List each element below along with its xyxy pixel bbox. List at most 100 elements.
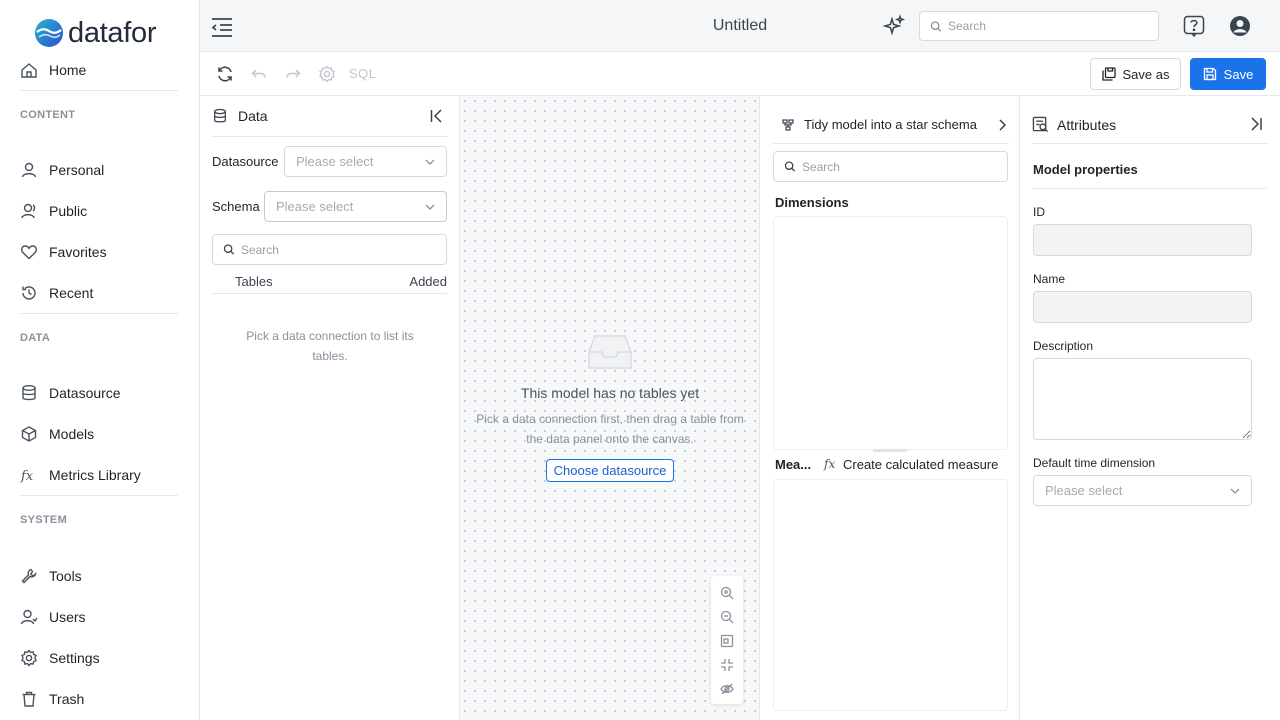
column-header-added: Added [409, 274, 447, 289]
sidebar-item-trash[interactable]: Trash [20, 687, 84, 711]
save-as-button[interactable]: Save as [1090, 58, 1181, 90]
undo-icon[interactable] [250, 65, 268, 83]
schema-select[interactable]: Please select [264, 191, 447, 222]
users-icon [20, 608, 38, 626]
measures-title: Mea... [775, 457, 812, 472]
search-icon [223, 244, 235, 255]
id-field[interactable] [1033, 224, 1252, 256]
section-divider [20, 495, 178, 496]
collapse-left-icon[interactable] [428, 107, 446, 125]
sidebar-item-label: Trash [49, 691, 85, 707]
sidebar-item-label: Personal [49, 162, 105, 178]
user-avatar-icon[interactable] [1229, 15, 1251, 37]
search-icon [784, 161, 796, 172]
table-search-input[interactable] [240, 242, 446, 257]
ai-sparkle-icon[interactable] [882, 14, 906, 38]
sidebar-item-label: Users [49, 609, 86, 625]
id-label: ID [1033, 205, 1045, 219]
wrench-icon [20, 567, 38, 585]
sidebar-item-settings[interactable]: Settings [20, 646, 100, 670]
settings-gear-icon[interactable] [318, 65, 336, 83]
canvas-zoom-controls [711, 576, 743, 704]
section-divider [1033, 188, 1267, 189]
database-icon [20, 384, 38, 402]
redo-icon[interactable] [284, 65, 302, 83]
global-search[interactable] [919, 11, 1159, 41]
sidebar-item-home[interactable]: Home [20, 58, 86, 82]
fx-icon: fx [20, 466, 38, 484]
tables-empty-message: Pick a data connection to list its table… [246, 329, 414, 363]
sidebar-item-metrics-library[interactable]: fx Metrics Library [20, 463, 141, 487]
star-schema-label: Tidy model into a star schema [804, 117, 977, 132]
people-icon [20, 202, 38, 220]
sql-button[interactable]: SQL [349, 66, 377, 81]
attributes-header: Attributes [1032, 106, 1268, 144]
section-label-content: CONTENT [20, 109, 76, 121]
data-panel-title: Data [238, 108, 268, 124]
sidebar-item-label: Public [49, 203, 88, 219]
model-canvas[interactable]: This model has no tables yet Pick a data… [460, 96, 760, 720]
default-time-dimension-label: Default time dimension [1033, 456, 1156, 470]
field-search-input[interactable] [801, 159, 1007, 174]
collapse-menu-icon[interactable] [210, 16, 234, 38]
collapse-view-icon[interactable] [720, 658, 734, 672]
sidebar-item-favorites[interactable]: Favorites [20, 240, 107, 264]
toolbar: SQL Save as Save [200, 52, 1280, 96]
create-calculated-measure-button[interactable]: Create calculated measure [843, 457, 998, 472]
sidebar-item-datasource[interactable]: Datasource [20, 381, 121, 405]
collapse-right-icon[interactable] [1248, 116, 1264, 132]
chevron-right-icon [999, 119, 1007, 131]
sidebar-item-models[interactable]: Models [20, 422, 94, 446]
zoom-out-icon[interactable] [720, 610, 734, 624]
table-search[interactable] [212, 234, 447, 265]
datasource-select[interactable]: Please select [284, 146, 447, 177]
dimensions-title: Dimensions [775, 195, 849, 210]
model-properties-title: Model properties [1033, 162, 1138, 177]
datasource-placeholder: Please select [296, 154, 374, 169]
sidebar-item-users[interactable]: Users [20, 605, 86, 629]
star-schema-button[interactable]: Tidy model into a star schema [773, 106, 1009, 144]
resize-handle[interactable] [873, 449, 907, 452]
fit-view-icon[interactable] [720, 634, 734, 648]
default-time-dimension-select[interactable]: Please select [1033, 475, 1252, 506]
empty-state-description: Pick a data connection first, then drag … [476, 412, 744, 446]
top-bar: Untitled [200, 0, 1280, 52]
tables-header: Tables Added [212, 272, 447, 294]
description-field[interactable] [1033, 358, 1252, 440]
save-as-icon [1101, 67, 1116, 81]
database-icon [214, 108, 226, 123]
sidebar-item-label: Recent [49, 285, 94, 301]
cube-icon [20, 425, 38, 443]
measures-list[interactable] [773, 479, 1008, 711]
sidebar-item-personal[interactable]: Personal [20, 158, 104, 182]
sidebar-item-label: Favorites [49, 244, 107, 260]
name-label: Name [1033, 272, 1066, 286]
sidebar-item-public[interactable]: Public [20, 199, 87, 223]
save-icon [1203, 67, 1216, 81]
hide-icon[interactable] [720, 682, 734, 696]
field-search[interactable] [773, 151, 1008, 182]
description-label: Description [1033, 339, 1094, 353]
refresh-icon[interactable] [216, 65, 234, 83]
sidebar-item-tools[interactable]: Tools [20, 564, 82, 588]
logo-icon [35, 19, 63, 47]
empty-inbox-icon [587, 332, 633, 372]
help-icon[interactable] [1183, 15, 1205, 37]
chevron-down-icon [425, 159, 435, 165]
name-field[interactable] [1033, 291, 1252, 323]
sidebar-item-recent[interactable]: Recent [20, 281, 93, 305]
logo[interactable]: datafor [34, 16, 156, 50]
history-icon [20, 284, 38, 302]
sidebar-item-label: Tools [49, 568, 82, 584]
dimensions-list[interactable] [773, 216, 1008, 450]
sidebar: datafor Home CONTENT Personal Public Fav… [0, 0, 200, 720]
zoom-in-icon[interactable] [720, 586, 734, 600]
sidebar-item-label: Models [49, 426, 95, 442]
schema-placeholder: Please select [276, 199, 354, 214]
save-label: Save [1223, 66, 1254, 82]
save-button[interactable]: Save [1190, 58, 1266, 90]
global-search-input[interactable] [947, 19, 1158, 33]
choose-datasource-button[interactable]: Choose datasource [546, 459, 674, 482]
chevron-down-icon [1230, 488, 1240, 494]
fx-icon: fx [824, 457, 836, 471]
